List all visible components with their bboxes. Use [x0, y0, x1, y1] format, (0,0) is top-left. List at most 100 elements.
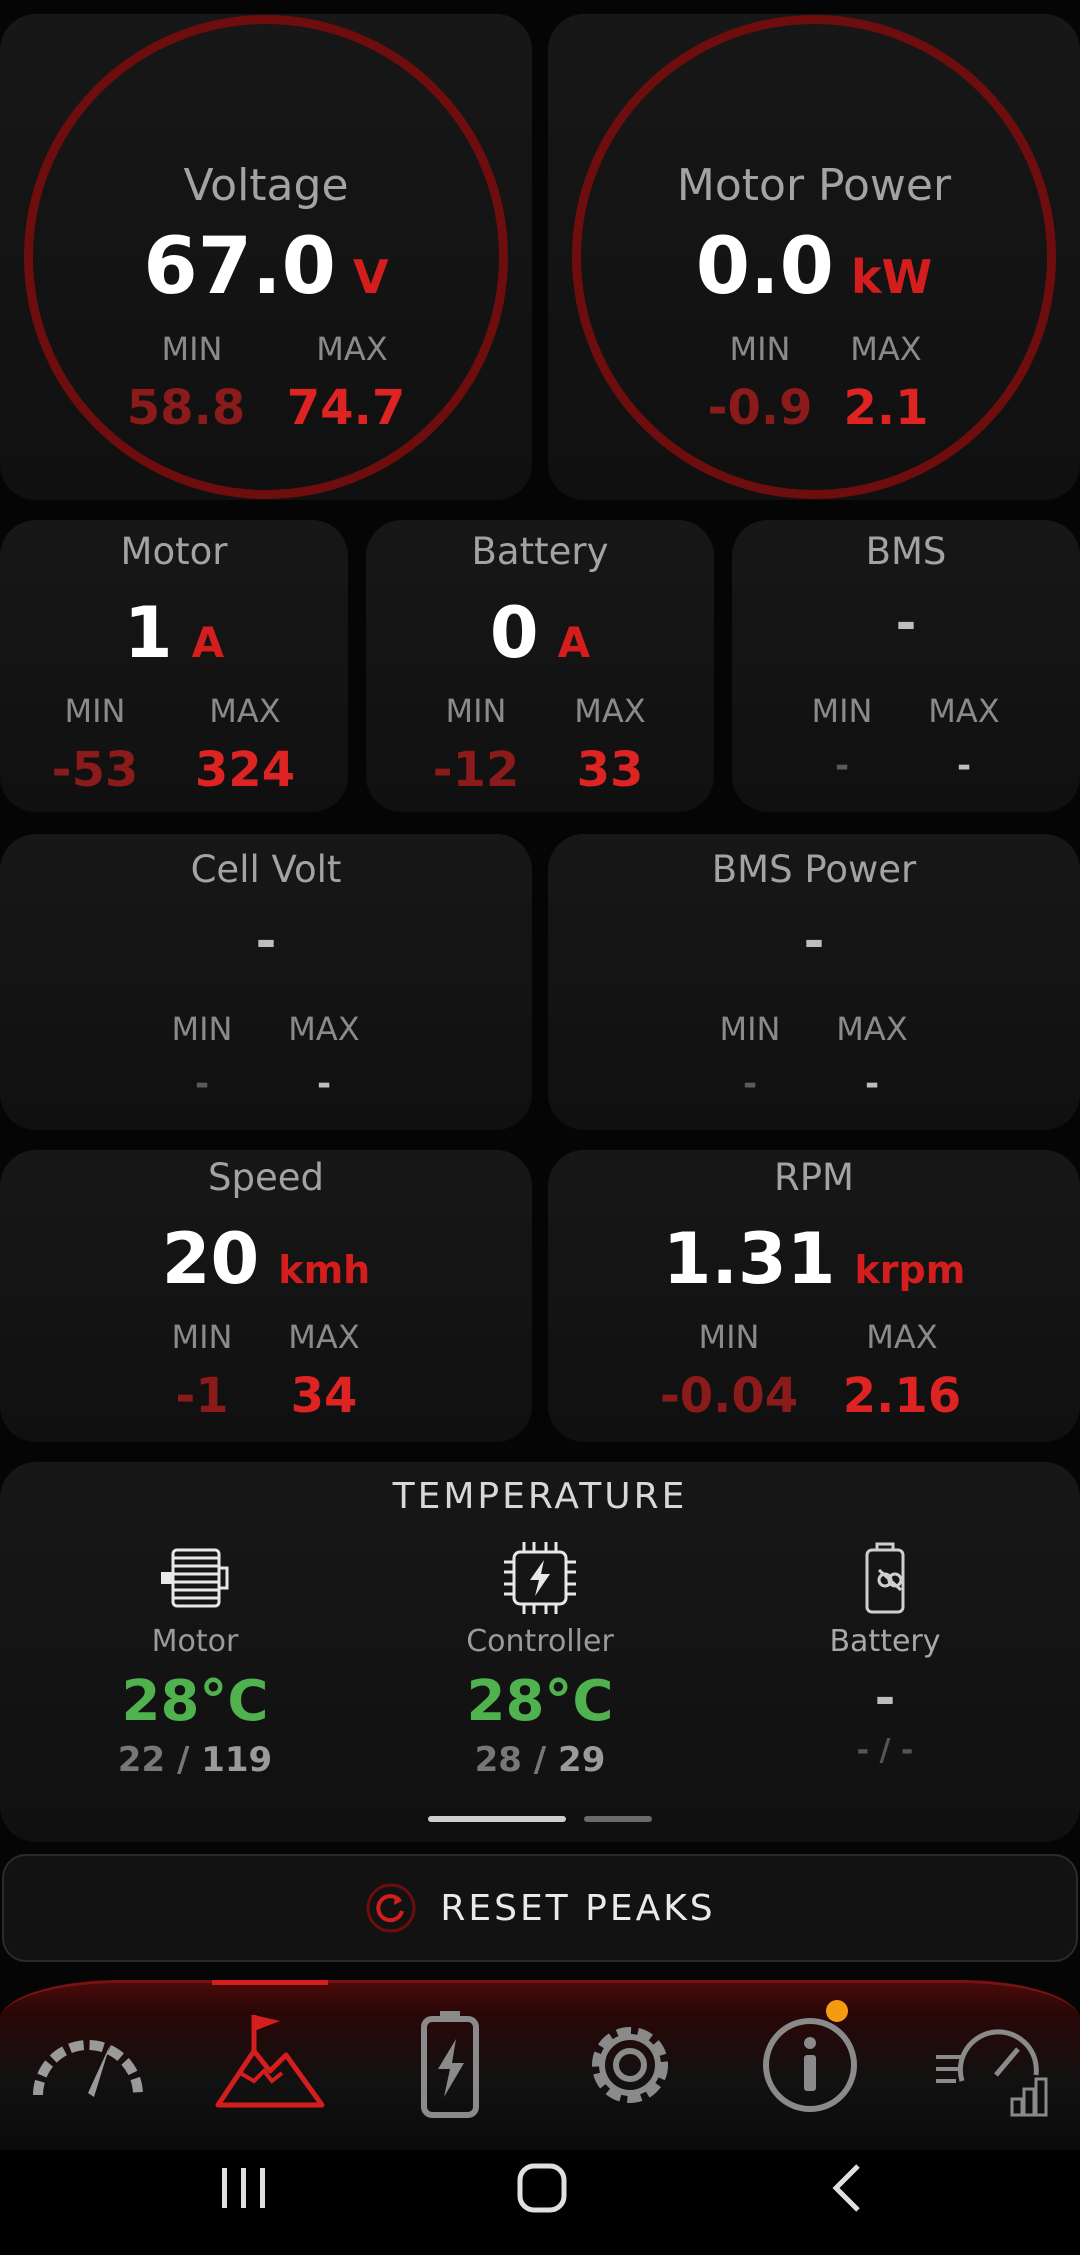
speed-value: 20	[161, 1218, 260, 1300]
speed-card: Speed 20 kmh MIN MAX -1 34	[0, 1150, 532, 1442]
cell-volt-max-label: MAX	[288, 1010, 360, 1048]
mountain-flag-icon[interactable]	[210, 2005, 330, 2125]
battery-current-unit: A	[557, 618, 591, 667]
bms-power-min-label: MIN	[719, 1010, 781, 1048]
temp-battery-minmax: - / -	[856, 1733, 914, 1768]
temperature-title: TEMPERATURE	[392, 1476, 688, 1517]
battery-current-reading: 0 A	[366, 592, 714, 674]
battery-current-max-label: MAX	[574, 692, 646, 730]
speed-stats-icon[interactable]	[932, 2005, 1052, 2125]
temp-controller-sep: /	[521, 1740, 559, 1780]
chip-bolt-icon	[504, 1542, 576, 1614]
home-icon[interactable]	[514, 2160, 570, 2216]
motor-power-reading: 0.0 kW	[548, 222, 1080, 312]
temp-battery: Battery - - / -	[750, 1540, 1020, 1768]
battery-current-title: Battery	[471, 530, 609, 573]
motor-power-value: 0.0	[695, 222, 834, 312]
bms-value: -	[895, 594, 917, 652]
voltage-unit: V	[352, 250, 389, 304]
pager-dot[interactable]	[584, 1816, 652, 1822]
voltage-card: Voltage 67.0 V MIN MAX 58.8 74.7	[0, 14, 532, 500]
battery-unlinked-icon	[865, 1542, 905, 1614]
recent-apps-icon[interactable]	[212, 2162, 276, 2214]
motor-current-min: -53	[51, 742, 139, 798]
bms-power-card: BMS Power - MIN MAX - -	[548, 834, 1080, 1130]
back-icon[interactable]	[826, 2160, 870, 2216]
motor-current-reading: 1 A	[0, 592, 348, 674]
voltage-min: 58.8	[126, 380, 246, 436]
cell-volt-card: Cell Volt - MIN MAX - -	[0, 834, 532, 1130]
pager-dot-active[interactable]	[428, 1816, 566, 1822]
bms-power-max: -	[864, 1064, 880, 1104]
temp-motor-label: Motor	[151, 1624, 239, 1659]
motor-current-card: Motor 1 A MIN MAX -53 324	[0, 520, 348, 812]
speed-max-label: MAX	[288, 1318, 360, 1356]
temp-motor-max: 119	[201, 1740, 273, 1780]
temp-controller-value: 28°C	[466, 1669, 614, 1734]
bottom-nav	[0, 1980, 1080, 2150]
reset-peaks-button[interactable]: RESET PEAKS	[2, 1854, 1078, 1962]
bms-power-title: BMS Power	[711, 848, 917, 891]
temp-motor-sep: /	[165, 1740, 202, 1780]
battery-current-card: Battery 0 A MIN MAX -12 33	[366, 520, 714, 812]
bms-title: BMS	[865, 530, 947, 573]
motor-current-value: 1	[123, 592, 173, 674]
speed-max: 34	[290, 1368, 358, 1424]
bms-card: BMS - MIN MAX - -	[732, 520, 1080, 812]
rpm-value: 1.31	[662, 1218, 836, 1300]
temp-motor-value: 28°C	[121, 1669, 269, 1734]
notification-badge	[826, 2000, 848, 2022]
bms-max: -	[956, 746, 972, 786]
temp-motor-minmax: 22 / 119	[60, 1740, 330, 1780]
temp-battery-value: -	[874, 1669, 896, 1727]
cell-volt-max: -	[316, 1064, 332, 1104]
cell-volt-value: -	[255, 912, 277, 970]
battery-current-min-label: MIN	[445, 692, 507, 730]
motor-current-max-label: MAX	[209, 692, 281, 730]
voltage-value: 67.0	[143, 222, 336, 312]
temp-controller: Controller 28°C 28 / 29	[405, 1540, 675, 1780]
bms-power-min: -	[742, 1064, 758, 1104]
voltage-title: Voltage	[183, 160, 349, 211]
rpm-min: -0.04	[659, 1368, 799, 1424]
motor-current-min-label: MIN	[64, 692, 126, 730]
cell-volt-title: Cell Volt	[190, 848, 342, 891]
motor-power-max-label: MAX	[850, 330, 922, 368]
temp-controller-minmax: 28 / 29	[405, 1740, 675, 1780]
battery-bolt-icon[interactable]	[390, 2005, 510, 2125]
cell-volt-min: -	[194, 1064, 210, 1104]
battery-current-max: 33	[576, 742, 644, 798]
speed-reading: 20 kmh	[0, 1218, 532, 1300]
rpm-max: 2.16	[842, 1368, 962, 1424]
rpm-max-label: MAX	[866, 1318, 938, 1356]
info-icon[interactable]	[750, 2005, 870, 2125]
temp-controller-label: Controller	[466, 1624, 614, 1659]
rpm-title: RPM	[774, 1156, 854, 1199]
motor-icon	[161, 1548, 229, 1608]
bms-power-value: -	[803, 912, 825, 970]
motor-power-card: Motor Power 0.0 kW MIN MAX -0.9 2.1	[548, 14, 1080, 500]
rpm-min-label: MIN	[698, 1318, 760, 1356]
speed-title: Speed	[208, 1156, 324, 1199]
gear-icon[interactable]	[570, 2005, 690, 2125]
rpm-card: RPM 1.31 krpm MIN MAX -0.04 2.16	[548, 1150, 1080, 1442]
voltage-min-label: MIN	[161, 330, 223, 368]
motor-power-max: 2.1	[843, 380, 929, 436]
battery-current-value: 0	[489, 592, 539, 674]
motor-current-title: Motor	[120, 530, 228, 573]
temp-motor-min: 22	[117, 1740, 166, 1780]
temp-motor: Motor 28°C 22 / 119	[60, 1540, 330, 1780]
temperature-card[interactable]: TEMPERATURE Motor 28°C 22 / 119 Controll…	[0, 1462, 1080, 1842]
motor-current-unit: A	[191, 618, 225, 667]
speedometer-icon[interactable]	[28, 2005, 148, 2125]
bms-power-max-label: MAX	[836, 1010, 908, 1048]
temp-controller-max: 29	[558, 1740, 606, 1780]
motor-power-unit: kW	[850, 250, 933, 304]
voltage-max: 74.7	[286, 380, 406, 436]
bms-min-label: MIN	[811, 692, 873, 730]
motor-power-min-label: MIN	[729, 330, 791, 368]
bms-min: -	[834, 746, 850, 786]
voltage-max-label: MAX	[316, 330, 388, 368]
motor-power-title: Motor Power	[676, 160, 952, 211]
reset-icon	[366, 1883, 416, 1933]
